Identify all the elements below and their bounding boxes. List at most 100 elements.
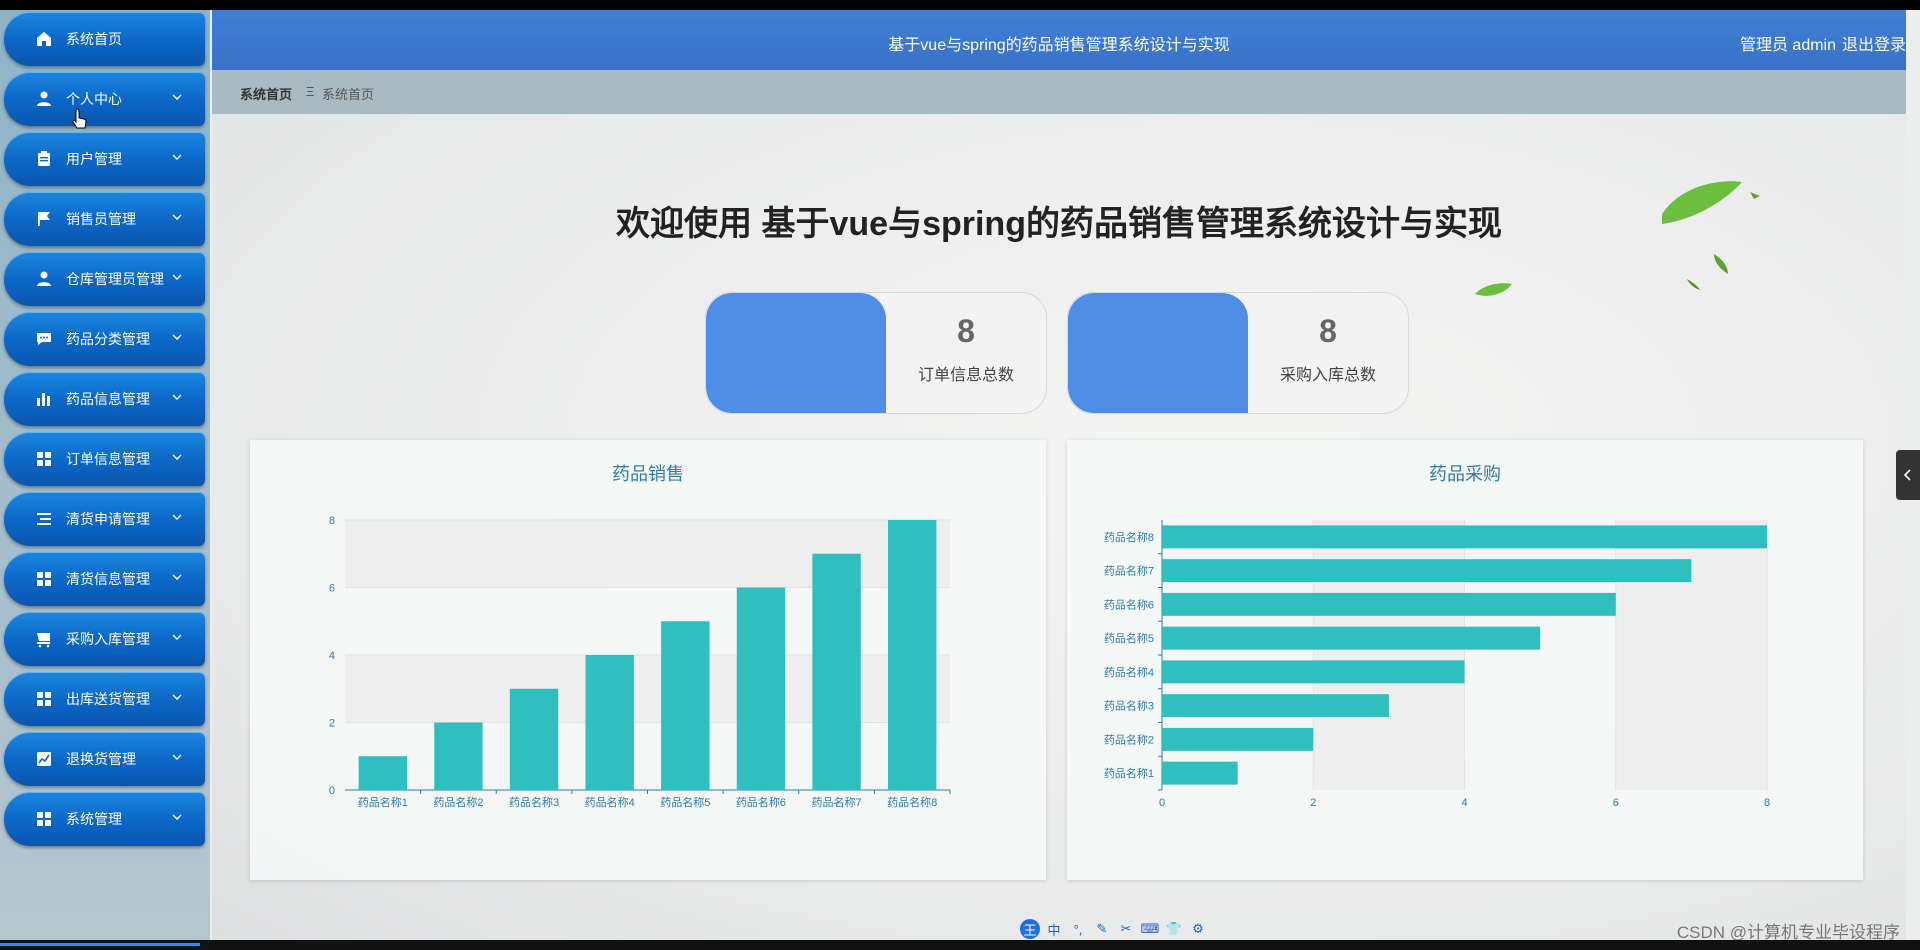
sidebar-item[interactable]: 药品信息管理 <box>4 372 205 426</box>
chevron-left-icon <box>1903 469 1911 481</box>
ime-button[interactable]: ✂ <box>1116 919 1136 939</box>
sidebar-item[interactable]: 用户管理 <box>4 132 205 186</box>
y-tick-label: 药品名称1 <box>1104 766 1154 780</box>
sidebar-item[interactable]: 出库送货管理 <box>4 672 205 726</box>
ime-toolbar: 王中 °, ✎ ✂ ⌨ 👕 ⚙ <box>1020 918 1208 940</box>
home-icon <box>35 30 53 48</box>
x-tick-label: 药品名称5 <box>660 795 710 809</box>
app-title: 基于vue与spring的药品销售管理系统设计与实现 <box>888 37 1230 54</box>
flag-icon <box>35 210 53 228</box>
y-tick-label: 药品名称5 <box>1104 631 1154 645</box>
sidebar-item-label: 清货申请管理 <box>66 511 150 527</box>
sidebar-item-label: 系统首页 <box>66 31 122 47</box>
user-icon <box>35 270 53 288</box>
stat-card-accent <box>706 293 886 413</box>
chevron-down-icon <box>172 214 182 220</box>
sidebar-item[interactable]: 销售员管理 <box>4 192 205 246</box>
chevron-down-icon <box>172 754 182 760</box>
sidebar-item[interactable]: 退换货管理 <box>4 732 205 786</box>
welcome-heading: 欢迎使用 基于vue与spring的药品销售管理系统设计与实现 <box>616 205 1502 243</box>
sidebar-item[interactable]: 个人中心 <box>4 72 205 126</box>
grid-icon <box>35 450 53 468</box>
progress-fill <box>0 943 200 946</box>
y-tick-label: 药品名称4 <box>1104 665 1154 679</box>
stat-value: 8 <box>957 313 975 349</box>
sidebar-item-label: 仓库管理员管理 <box>66 271 164 287</box>
sales-chart-panel: 药品销售 0 2 4 6 8 药品名称1 药品名称2 药品名称3 药品名称4 药品名称5 药品名称6… <box>250 440 1046 880</box>
ime-button[interactable]: ✎ <box>1092 919 1112 939</box>
stat-value: 8 <box>1319 313 1337 349</box>
breadcrumb-current: 系统首页 <box>322 87 375 102</box>
y-tick-label: 药品名称2 <box>1104 732 1154 746</box>
sidebar-item[interactable]: 仓库管理员管理 <box>4 252 205 306</box>
x-tick-label: 2 <box>1310 797 1316 809</box>
sidebar-item-label: 订单信息管理 <box>66 451 150 467</box>
ime-button[interactable]: ⚙ <box>1188 919 1208 939</box>
ime-button[interactable]: ⌨ <box>1140 919 1160 939</box>
y-tick-label: 药品名称7 <box>1104 564 1154 578</box>
x-tick-label: 药品名称1 <box>358 795 408 809</box>
breadcrumb-home[interactable]: 系统首页 <box>240 84 292 103</box>
sidebar-item-label: 药品分类管理 <box>66 331 150 347</box>
bar <box>1162 694 1389 718</box>
sidebar-item[interactable]: 药品分类管理 <box>4 312 205 366</box>
sidebar-item-label: 出库送货管理 <box>66 691 150 707</box>
user-icon <box>35 90 53 108</box>
stat-label: 采购入库总数 <box>1279 367 1376 384</box>
chevron-down-icon <box>172 454 182 460</box>
x-tick-label: 4 <box>1461 797 1467 809</box>
logout-link[interactable]: 退出登录 <box>1842 31 1906 55</box>
sidebar-item[interactable]: 系统管理 <box>4 792 205 846</box>
sidebar-item[interactable]: 订单信息管理 <box>4 432 205 486</box>
x-tick-label: 药品名称6 <box>736 795 786 809</box>
mouse-cursor-icon <box>72 108 88 132</box>
x-tick-label: 药品名称3 <box>509 795 559 809</box>
bar <box>661 621 710 790</box>
chevron-down-icon <box>172 394 182 400</box>
y-tick-label: 8 <box>329 515 335 527</box>
chevron-down-icon <box>172 634 182 640</box>
bar-chart-icon <box>35 390 53 408</box>
watermark: CSDN @计算机专业毕设程序 <box>1676 923 1900 940</box>
x-tick-label: 药品名称8 <box>887 795 937 809</box>
chevron-down-icon <box>172 274 182 280</box>
ime-button[interactable]: 中 <box>1044 919 1064 939</box>
y-tick-label: 药品名称8 <box>1104 530 1154 544</box>
y-tick-label: 6 <box>329 583 335 595</box>
bar <box>358 756 408 790</box>
bar <box>812 553 861 790</box>
ime-button[interactable]: °, <box>1068 919 1088 939</box>
sidebar-item-label: 用户管理 <box>66 151 122 167</box>
bar <box>736 587 786 790</box>
sidebar-item[interactable]: 清货申请管理 <box>4 492 205 546</box>
clipboard-icon <box>35 150 53 168</box>
chevron-down-icon <box>172 694 182 700</box>
cart-icon <box>35 630 53 648</box>
grid-icon <box>35 570 53 588</box>
ime-button[interactable]: 王 <box>1020 919 1040 939</box>
sidebar-item[interactable]: 系统首页 <box>4 12 205 66</box>
sidebar-item-label: 清货信息管理 <box>66 571 150 587</box>
sales-bar-chart: 0 2 4 6 8 药品名称1 药品名称2 药品名称3 药品名称4 药品名称5 药品名称6 药品名称7… <box>329 515 951 809</box>
sidebar-item-label: 系统管理 <box>66 811 122 827</box>
bar <box>1162 592 1616 616</box>
collapse-tab[interactable] <box>1896 450 1920 500</box>
leaf-decoration <box>1475 283 1512 296</box>
current-user: 管理员 admin <box>1739 37 1836 54</box>
chevron-down-icon <box>172 334 182 340</box>
bar <box>1162 626 1541 650</box>
top-header: 基于vue与spring的药品销售管理系统设计与实现 管理员 admin 退出登… <box>212 10 1906 70</box>
y-tick-label: 0 <box>329 785 335 797</box>
grid-icon <box>35 690 53 708</box>
sidebar-item[interactable]: 清货信息管理 <box>4 552 205 606</box>
bar <box>1162 559 1692 583</box>
chevron-down-icon <box>172 574 182 580</box>
ime-button[interactable]: 👕 <box>1164 919 1184 939</box>
sidebar-item-label: 退换货管理 <box>66 751 136 767</box>
breadcrumb: 系统首页 Ξ 系统首页 <box>212 70 1906 114</box>
y-tick-label: 药品名称3 <box>1104 699 1154 713</box>
y-tick-label: 药品名称6 <box>1104 597 1154 611</box>
x-tick-label: 药品名称7 <box>812 795 862 809</box>
sidebar-item[interactable]: 采购入库管理 <box>4 612 205 666</box>
bar <box>1162 761 1238 785</box>
